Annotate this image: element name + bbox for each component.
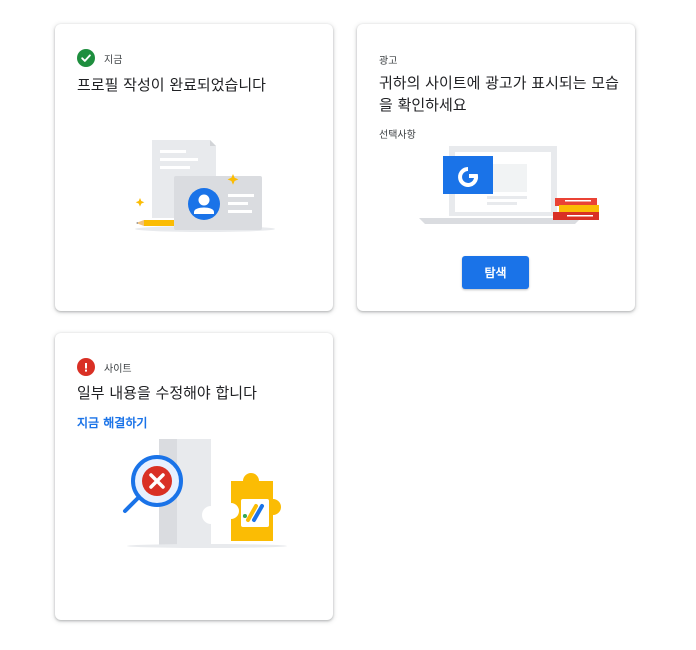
profile-complete-card: 지금 프로필 작성이 완료되었습니다: [55, 24, 333, 311]
error-circle-icon: [77, 358, 95, 376]
ads-preview-card: 광고 귀하의 사이트에 광고가 표시되는 모습을 확인하세요 선택사항 탐색: [357, 24, 635, 311]
status-row: 지금: [77, 48, 122, 68]
profile-illustration: [135, 140, 275, 232]
ads-illustration: [419, 146, 599, 224]
optional-label: 선택사항: [379, 130, 416, 141]
status-label: 지금: [104, 54, 123, 66]
status-row: 사이트: [77, 357, 132, 377]
card-title: 일부 내용을 수정해야 합니다: [77, 384, 257, 402]
card-title: 프로필 작성이 완료되었습니다: [77, 76, 266, 94]
check-circle-icon: [77, 49, 95, 67]
card-title: 귀하의 사이트에 광고가 표시되는 모습을 확인하세요: [379, 74, 619, 114]
site-fix-illustration: [123, 439, 287, 548]
card-label: 광고: [379, 56, 398, 67]
fix-now-link[interactable]: 지금 해결하기: [77, 414, 147, 431]
status-label: 사이트: [104, 363, 132, 375]
site-fix-card: 사이트 일부 내용을 수정해야 합니다 지금 해결하기: [55, 333, 333, 620]
explore-button[interactable]: 탐색: [462, 256, 529, 289]
